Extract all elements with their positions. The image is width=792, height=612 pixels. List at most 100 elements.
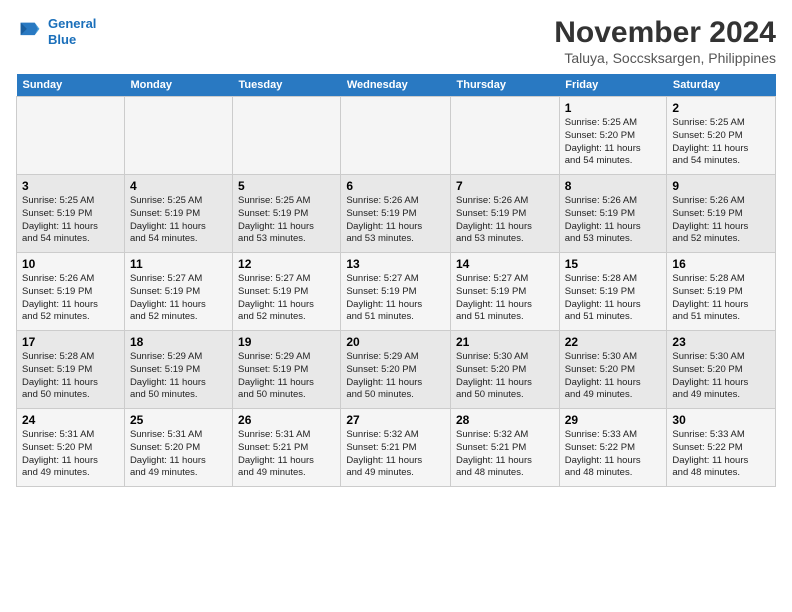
day-info: Sunrise: 5:26 AMSunset: 5:19 PMDaylight:… bbox=[346, 195, 445, 246]
calendar-cell: 6 Sunrise: 5:26 AMSunset: 5:19 PMDaylight… bbox=[341, 175, 451, 253]
day-number: 16 bbox=[672, 257, 770, 271]
day-info: Sunrise: 5:25 AMSunset: 5:19 PMDaylight:… bbox=[130, 195, 227, 246]
weekday-header-wednesday: Wednesday bbox=[341, 74, 451, 97]
day-number: 21 bbox=[456, 335, 554, 349]
calendar-cell: 27 Sunrise: 5:32 AMSunset: 5:21 PMDayligh… bbox=[341, 409, 451, 487]
logo-icon bbox=[16, 18, 44, 46]
day-info: Sunrise: 5:29 AMSunset: 5:19 PMDaylight:… bbox=[238, 351, 335, 402]
day-info: Sunrise: 5:25 AMSunset: 5:19 PMDaylight:… bbox=[238, 195, 335, 246]
day-info: Sunrise: 5:27 AMSunset: 5:19 PMDaylight:… bbox=[238, 273, 335, 324]
day-number: 4 bbox=[130, 179, 227, 193]
calendar-body: 1 Sunrise: 5:25 AMSunset: 5:20 PMDaylight… bbox=[17, 97, 776, 487]
calendar-cell: 13 Sunrise: 5:27 AMSunset: 5:19 PMDayligh… bbox=[341, 253, 451, 331]
calendar-table: SundayMondayTuesdayWednesdayThursdayFrid… bbox=[16, 74, 776, 487]
calendar-cell: 29Sunrise: 5:33 AMSunset: 5:22 PMDayligh… bbox=[559, 409, 667, 487]
day-info: Sunrise: 5:29 AMSunset: 5:19 PMDaylight:… bbox=[130, 351, 227, 402]
weekday-header-sunday: Sunday bbox=[17, 74, 125, 97]
day-info: Sunrise: 5:25 AMSunset: 5:20 PMDaylight:… bbox=[565, 117, 662, 168]
day-info: Sunrise: 5:30 AMSunset: 5:20 PMDaylight:… bbox=[456, 351, 554, 402]
day-info: Sunrise: 5:33 AMSunset: 5:22 PMDaylight:… bbox=[672, 429, 770, 480]
calendar-cell: 22Sunrise: 5:30 AMSunset: 5:20 PMDayligh… bbox=[559, 331, 667, 409]
day-number: 12 bbox=[238, 257, 335, 271]
day-number: 10 bbox=[22, 257, 119, 271]
calendar-cell: 19 Sunrise: 5:29 AMSunset: 5:19 PMDayligh… bbox=[233, 331, 341, 409]
day-number: 28 bbox=[456, 413, 554, 427]
calendar-week-row: 3 Sunrise: 5:25 AMSunset: 5:19 PMDaylight… bbox=[17, 175, 776, 253]
day-info: Sunrise: 5:32 AMSunset: 5:21 PMDaylight:… bbox=[346, 429, 445, 480]
calendar-cell: 18 Sunrise: 5:29 AMSunset: 5:19 PMDayligh… bbox=[124, 331, 232, 409]
day-number: 14 bbox=[456, 257, 554, 271]
calendar-cell: 3Sunrise: 5:25 AMSunset: 5:19 PMDaylight… bbox=[17, 175, 125, 253]
weekday-header-friday: Friday bbox=[559, 74, 667, 97]
day-info: Sunrise: 5:29 AMSunset: 5:20 PMDaylight:… bbox=[346, 351, 445, 402]
day-info: Sunrise: 5:26 AMSunset: 5:19 PMDaylight:… bbox=[672, 195, 770, 246]
day-info: Sunrise: 5:31 AMSunset: 5:20 PMDaylight:… bbox=[130, 429, 227, 480]
day-number: 18 bbox=[130, 335, 227, 349]
month-year-title: November 2024 bbox=[554, 16, 776, 50]
calendar-cell: 9 Sunrise: 5:26 AMSunset: 5:19 PMDaylight… bbox=[667, 175, 776, 253]
logo: General Blue bbox=[16, 16, 96, 47]
calendar-cell: 26 Sunrise: 5:31 AMSunset: 5:21 PMDayligh… bbox=[233, 409, 341, 487]
calendar-cell: 7Sunrise: 5:26 AMSunset: 5:19 PMDaylight… bbox=[451, 175, 560, 253]
day-number: 19 bbox=[238, 335, 335, 349]
title-block: November 2024 Taluya, Soccsksargen, Phil… bbox=[554, 16, 776, 66]
calendar-cell: 11 Sunrise: 5:27 AMSunset: 5:19 PMDayligh… bbox=[124, 253, 232, 331]
day-info: Sunrise: 5:31 AMSunset: 5:21 PMDaylight:… bbox=[238, 429, 335, 480]
calendar-cell bbox=[233, 97, 341, 175]
calendar-week-row: 1 Sunrise: 5:25 AMSunset: 5:20 PMDaylight… bbox=[17, 97, 776, 175]
day-info: Sunrise: 5:27 AMSunset: 5:19 PMDaylight:… bbox=[346, 273, 445, 324]
day-info: Sunrise: 5:32 AMSunset: 5:21 PMDaylight:… bbox=[456, 429, 554, 480]
day-number: 22 bbox=[565, 335, 662, 349]
location-subtitle: Taluya, Soccsksargen, Philippines bbox=[554, 50, 776, 66]
header-row: SundayMondayTuesdayWednesdayThursdayFrid… bbox=[17, 74, 776, 97]
day-info: Sunrise: 5:27 AMSunset: 5:19 PMDaylight:… bbox=[456, 273, 554, 324]
calendar-cell bbox=[124, 97, 232, 175]
calendar-cell bbox=[341, 97, 451, 175]
day-info: Sunrise: 5:26 AMSunset: 5:19 PMDaylight:… bbox=[565, 195, 662, 246]
day-info: Sunrise: 5:28 AMSunset: 5:19 PMDaylight:… bbox=[22, 351, 119, 402]
calendar-cell: 1 Sunrise: 5:25 AMSunset: 5:20 PMDaylight… bbox=[559, 97, 667, 175]
day-number: 11 bbox=[130, 257, 227, 271]
day-number: 26 bbox=[238, 413, 335, 427]
day-number: 20 bbox=[346, 335, 445, 349]
calendar-cell: 21 Sunrise: 5:30 AMSunset: 5:20 PMDayligh… bbox=[451, 331, 560, 409]
day-number: 1 bbox=[565, 101, 662, 115]
calendar-cell: 12 Sunrise: 5:27 AMSunset: 5:19 PMDayligh… bbox=[233, 253, 341, 331]
calendar-cell: 14 Sunrise: 5:27 AMSunset: 5:19 PMDayligh… bbox=[451, 253, 560, 331]
calendar-cell: 25 Sunrise: 5:31 AMSunset: 5:20 PMDayligh… bbox=[124, 409, 232, 487]
day-number: 2 bbox=[672, 101, 770, 115]
day-number: 27 bbox=[346, 413, 445, 427]
logo-text: General Blue bbox=[48, 16, 96, 47]
day-number: 13 bbox=[346, 257, 445, 271]
day-number: 29 bbox=[565, 413, 662, 427]
calendar-week-row: 10 Sunrise: 5:26 AMSunset: 5:19 PMDayligh… bbox=[17, 253, 776, 331]
weekday-header-monday: Monday bbox=[124, 74, 232, 97]
day-number: 17 bbox=[22, 335, 119, 349]
day-info: Sunrise: 5:25 AMSunset: 5:20 PMDaylight:… bbox=[672, 117, 770, 168]
day-number: 3 bbox=[22, 179, 119, 193]
day-number: 5 bbox=[238, 179, 335, 193]
day-info: Sunrise: 5:26 AMSunset: 5:19 PMDaylight:… bbox=[22, 273, 119, 324]
weekday-header-tuesday: Tuesday bbox=[233, 74, 341, 97]
day-number: 6 bbox=[346, 179, 445, 193]
calendar-cell: 5 Sunrise: 5:25 AMSunset: 5:19 PMDaylight… bbox=[233, 175, 341, 253]
calendar-header: SundayMondayTuesdayWednesdayThursdayFrid… bbox=[17, 74, 776, 97]
day-info: Sunrise: 5:28 AMSunset: 5:19 PMDaylight:… bbox=[565, 273, 662, 324]
day-number: 25 bbox=[130, 413, 227, 427]
weekday-header-thursday: Thursday bbox=[451, 74, 560, 97]
calendar-week-row: 17 Sunrise: 5:28 AMSunset: 5:19 PMDayligh… bbox=[17, 331, 776, 409]
calendar-cell: 23Sunrise: 5:30 AMSunset: 5:20 PMDayligh… bbox=[667, 331, 776, 409]
day-info: Sunrise: 5:30 AMSunset: 5:20 PMDaylight:… bbox=[672, 351, 770, 402]
calendar-week-row: 24 Sunrise: 5:31 AMSunset: 5:20 PMDayligh… bbox=[17, 409, 776, 487]
page-header: General Blue November 2024 Taluya, Soccs… bbox=[16, 16, 776, 66]
day-info: Sunrise: 5:27 AMSunset: 5:19 PMDaylight:… bbox=[130, 273, 227, 324]
day-number: 24 bbox=[22, 413, 119, 427]
calendar-cell: 24 Sunrise: 5:31 AMSunset: 5:20 PMDayligh… bbox=[17, 409, 125, 487]
day-info: Sunrise: 5:26 AMSunset: 5:19 PMDaylight:… bbox=[456, 195, 554, 246]
day-info: Sunrise: 5:31 AMSunset: 5:20 PMDaylight:… bbox=[22, 429, 119, 480]
calendar-cell bbox=[17, 97, 125, 175]
day-number: 15 bbox=[565, 257, 662, 271]
calendar-cell: 16Sunrise: 5:28 AMSunset: 5:19 PMDayligh… bbox=[667, 253, 776, 331]
day-number: 9 bbox=[672, 179, 770, 193]
calendar-cell: 4 Sunrise: 5:25 AMSunset: 5:19 PMDaylight… bbox=[124, 175, 232, 253]
